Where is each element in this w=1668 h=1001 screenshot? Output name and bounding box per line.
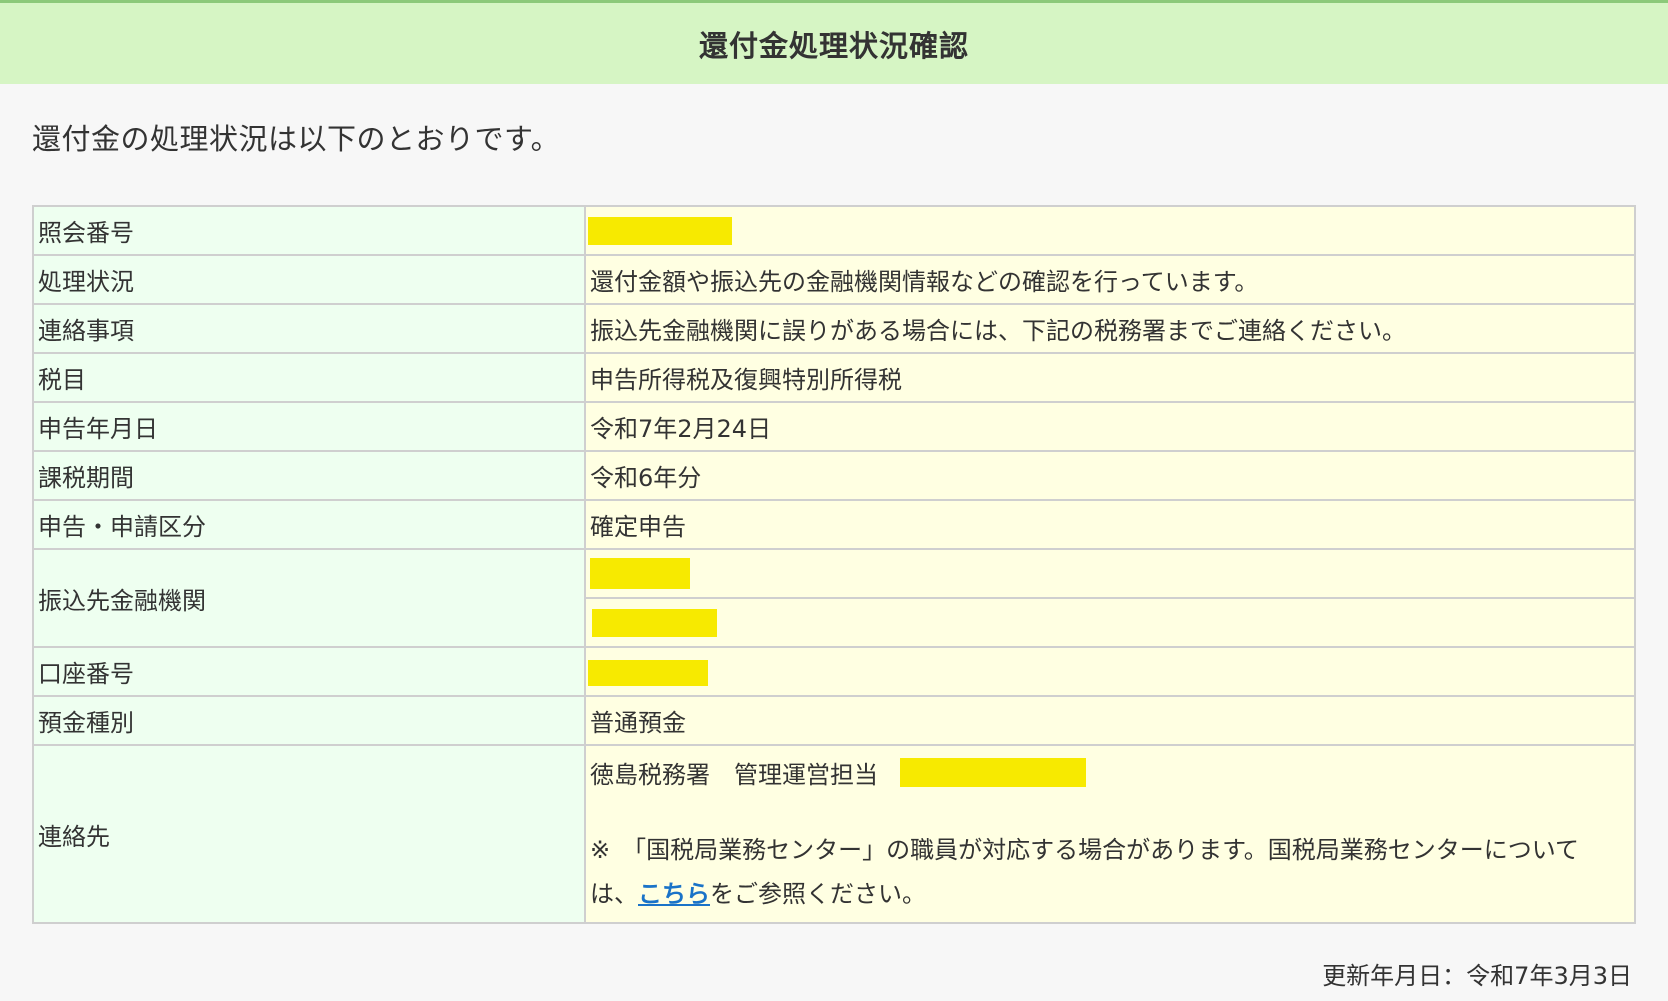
inquiry-number-value [584,205,1636,256]
table-row: 振込先金融機関 [32,548,1636,648]
tax-period-label: 課税期間 [32,450,586,501]
table-row: 課税期間 令和6年分 [32,450,1636,501]
table-row: 申告年月日 令和7年2月24日 [32,401,1636,452]
filing-type-value: 確定申告 [584,499,1636,550]
contact-office-line: 徳島税務署 管理運営担当 [590,746,1630,798]
reference-link[interactable]: こちら [638,880,710,908]
last-updated-text: 更新年月日：令和7年3月3日 [1322,962,1632,990]
intro-text: 還付金の処理状況は以下のとおりです。 [32,122,561,156]
table-row: 預金種別 普通預金 [32,695,1636,746]
table-row: 申告・申請区分 確定申告 [32,499,1636,550]
filing-date-label: 申告年月日 [32,401,586,452]
tax-item-value: 申告所得税及復興特別所得税 [584,352,1636,403]
notice-value: 振込先金融機関に誤りがある場合には、下記の税務署までご連絡ください。 [584,303,1636,354]
contact-value: 徳島税務署 管理運営担当 ※ 「国税局業務センター」の職員が対応する場合がありま… [584,744,1636,924]
table-row: 照会番号 [32,205,1636,256]
notice-label: 連絡事項 [32,303,586,354]
tax-period-value: 令和6年分 [584,450,1636,501]
account-number-label: 口座番号 [32,646,586,697]
redaction-block [900,757,1086,787]
page-header: 還付金処理状況確認 [0,0,1668,84]
redaction-block [588,217,732,245]
contact-label: 連絡先 [32,744,586,924]
redaction-block [588,659,708,686]
bank-name-value [584,548,1636,599]
tax-item-label: 税目 [32,352,586,403]
bank-branch-value [584,597,1636,648]
filing-date-value: 令和7年2月24日 [584,401,1636,452]
table-row: 連絡先 徳島税務署 管理運営担当 ※ 「国税局業務センター」の職員が対応する場合… [32,744,1636,924]
status-label: 処理状況 [32,254,586,305]
contact-office: 徳島税務署 管理運営担当 [590,760,878,789]
page-title: 還付金処理状況確認 [698,28,969,63]
contact-note-suffix: をご参照ください。 [710,880,926,908]
table-row: 口座番号 [32,646,1636,697]
deposit-type-label: 預金種別 [32,695,586,746]
deposit-type-value: 普通預金 [584,695,1636,746]
redaction-block [592,609,717,637]
bank-label: 振込先金融機関 [32,548,586,648]
redaction-block [590,558,690,589]
status-value: 還付金額や振込先の金融機関情報などの確認を行っています。 [584,254,1636,305]
table-row: 処理状況 還付金額や振込先の金融機関情報などの確認を行っています。 [32,254,1636,305]
filing-type-label: 申告・申請区分 [32,499,586,550]
refund-status-table: 照会番号 処理状況 還付金額や振込先の金融機関情報などの確認を行っています。 連… [32,205,1636,924]
contact-note: ※ 「国税局業務センター」の職員が対応する場合があります。国税局業務センターにつ… [590,828,1630,922]
inquiry-number-label: 照会番号 [32,205,586,256]
table-row: 税目 申告所得税及復興特別所得税 [32,352,1636,403]
account-number-value [584,646,1636,697]
table-row: 連絡事項 振込先金融機関に誤りがある場合には、下記の税務署までご連絡ください。 [32,303,1636,354]
